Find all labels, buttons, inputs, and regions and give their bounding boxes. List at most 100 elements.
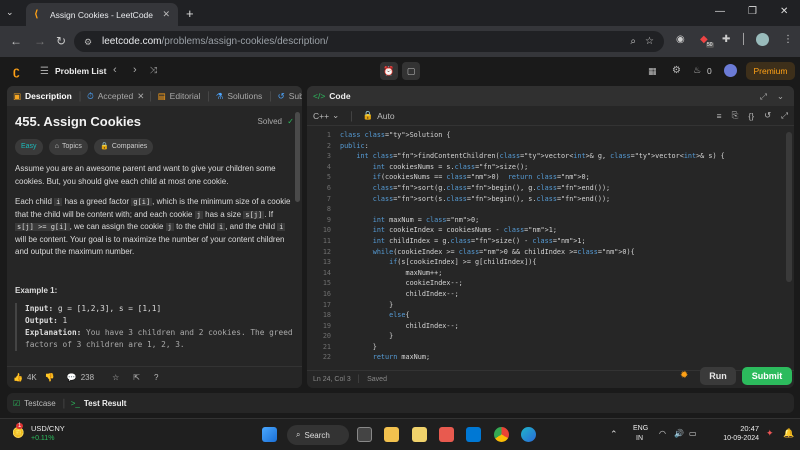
extension-glasses-icon[interactable]: ◉: [676, 34, 685, 45]
tab-search-icon[interactable]: ⌄: [6, 7, 14, 18]
code-line[interactable]: else{: [340, 310, 725, 321]
battery-icon[interactable]: ▭: [689, 429, 697, 438]
auto-mode[interactable]: Auto: [377, 111, 395, 121]
favorite-star-icon[interactable]: ☆: [112, 373, 119, 382]
braces-icon[interactable]: {}: [748, 111, 754, 121]
code-line[interactable]: childIndex--;: [340, 289, 725, 300]
new-tab-icon[interactable]: +: [186, 6, 194, 21]
stock-name[interactable]: USD/CNY: [31, 424, 65, 433]
extensions-puzzle-icon[interactable]: ✚: [722, 34, 730, 45]
windows-start-icon[interactable]: [262, 427, 277, 442]
browser-tab[interactable]: ⟨ Assign Cookies - LeetCode ✕: [26, 3, 178, 26]
profile-avatar[interactable]: [756, 33, 769, 46]
problem-list-icon[interactable]: ☰: [40, 66, 49, 77]
comment-icon[interactable]: 💬: [67, 373, 77, 382]
code-line[interactable]: int maxNum = class="nm">0;: [340, 215, 725, 226]
file-explorer-icon[interactable]: [384, 427, 399, 442]
close-tab-icon[interactable]: ✕: [162, 9, 170, 20]
collapse-icon[interactable]: ⌄: [777, 91, 784, 102]
tab-solutions[interactable]: Solutions: [227, 91, 262, 101]
code-line[interactable]: cookieIndex--;: [340, 278, 725, 289]
back-icon[interactable]: ←: [10, 34, 22, 48]
settings-gear-icon[interactable]: ⚙: [672, 65, 681, 76]
wifi-icon[interactable]: ◠: [659, 429, 666, 438]
maximize-icon[interactable]: ❐: [748, 6, 757, 17]
chrome-menu-icon[interactable]: ⋮: [783, 34, 793, 45]
premium-button[interactable]: Premium: [746, 62, 795, 80]
code-line[interactable]: }: [340, 342, 725, 353]
minimize-icon[interactable]: —: [715, 6, 725, 17]
volume-icon[interactable]: 🔊: [674, 429, 684, 438]
code-line[interactable]: }: [340, 300, 725, 311]
tab-submissions[interactable]: Submi: [289, 91, 302, 101]
taskbar-search[interactable]: ⌕ Search: [287, 425, 349, 445]
prev-problem-icon[interactable]: ‹: [113, 64, 117, 76]
copilot-icon[interactable]: ✦: [766, 428, 774, 439]
editor-scrollbar[interactable]: [786, 132, 792, 282]
chevron-down-icon[interactable]: ⌄: [332, 110, 339, 121]
code-line[interactable]: int class="fn">findContentChildren(class…: [340, 151, 724, 162]
dislike-icon[interactable]: 👎: [45, 373, 55, 382]
reload-icon[interactable]: ↻: [56, 34, 66, 48]
code-line[interactable]: maxNum++;: [340, 268, 725, 279]
shuffle-icon[interactable]: ⤨: [150, 65, 157, 76]
tab-editorial[interactable]: Editorial: [170, 91, 201, 101]
forward-icon[interactable]: →: [34, 34, 46, 48]
files-app-icon[interactable]: [412, 427, 427, 442]
submit-button[interactable]: Submit: [742, 367, 792, 385]
code-line[interactable]: if(s[cookieIndex] >= g[childIndex]){: [340, 257, 725, 268]
store-icon[interactable]: [439, 427, 454, 442]
code-line[interactable]: class="fn">sort(s.class="fn">begin(), s.…: [340, 194, 725, 205]
problem-title[interactable]: 455. Assign Cookies: [15, 115, 141, 129]
leetcode-logo-icon[interactable]: ʗ: [13, 64, 20, 78]
close-accepted-tab-icon[interactable]: ✕: [137, 91, 144, 102]
run-button[interactable]: Run: [700, 367, 736, 385]
tab-testcase[interactable]: Testcase: [24, 399, 56, 408]
site-info-icon[interactable]: ⚙: [84, 37, 96, 47]
zoom-search-icon[interactable]: ⌕: [630, 36, 636, 47]
fullscreen-icon[interactable]: ⤢: [781, 110, 788, 121]
layout-icon[interactable]: ▦: [648, 66, 657, 77]
code-line[interactable]: class class="ty">Solution {: [340, 130, 725, 141]
companies-chip[interactable]: 🔒 Companies: [94, 138, 154, 155]
url-input[interactable]: ⚙ leetcode.com/problems/assign-cookies/d…: [74, 31, 664, 52]
language-select[interactable]: C++: [313, 111, 329, 121]
user-avatar[interactable]: [724, 64, 737, 77]
bookmark-star-icon[interactable]: ☆: [645, 36, 654, 47]
chrome-taskbar-icon[interactable]: [494, 427, 509, 442]
problem-list-link[interactable]: Problem List: [55, 66, 106, 76]
code-line[interactable]: public:: [340, 141, 725, 152]
code-line[interactable]: int cookiesNums = s.class="fn">size();: [340, 162, 725, 173]
code-line[interactable]: class="fn">sort(g.class="fn">begin(), g.…: [340, 183, 725, 194]
tray-chevron-up-icon[interactable]: ⌃: [610, 429, 618, 440]
code-line[interactable]: while(cookieIndex >= class="nm">0 && chi…: [340, 247, 725, 258]
expand-icon[interactable]: ⤢: [760, 91, 767, 102]
code-line[interactable]: int cookieIndex = cookiesNums - class="n…: [340, 225, 725, 236]
stock-widget-icon[interactable]: 🪙: [12, 428, 24, 439]
code-line[interactable]: [340, 204, 725, 215]
help-icon[interactable]: ?: [154, 373, 158, 382]
bookmark-icon[interactable]: ⎘: [732, 110, 739, 121]
tab-accepted[interactable]: Accepted: [98, 91, 133, 101]
code-line[interactable]: int childIndex = g.class="fn">size() - c…: [340, 236, 725, 247]
share-icon[interactable]: ⇱: [133, 373, 140, 382]
outlook-icon[interactable]: [466, 427, 481, 442]
code-editor[interactable]: 1 2 3 4 5 6 7 8 9 10 11 12 13 14 15 16 17 18 19 20 21 22 clas…: [307, 126, 794, 361]
format-icon[interactable]: ≡: [717, 111, 722, 121]
description-scrollbar[interactable]: [295, 112, 300, 202]
clock-time[interactable]: 20:47: [713, 424, 759, 433]
notification-bell-icon[interactable]: 🔔: [783, 428, 794, 439]
edge-icon[interactable]: [521, 427, 536, 442]
notes-icon[interactable]: ▢: [402, 62, 420, 80]
tab-description[interactable]: Description: [25, 91, 72, 101]
task-view-icon[interactable]: [357, 427, 372, 442]
code-lines[interactable]: class class="ty">Solution {public: int c…: [340, 130, 725, 361]
next-problem-icon[interactable]: ›: [133, 64, 137, 76]
debug-icon[interactable]: ✹: [680, 370, 688, 381]
close-window-icon[interactable]: ✕: [780, 6, 788, 17]
lang-code[interactable]: ENG: [633, 425, 648, 432]
topics-chip[interactable]: ⌂ Topics: [48, 138, 88, 155]
code-line[interactable]: childIndex--;: [340, 321, 725, 332]
like-icon[interactable]: 👍: [13, 373, 23, 382]
code-line[interactable]: if(cookiesNums == class="nm">0) return c…: [340, 172, 725, 183]
